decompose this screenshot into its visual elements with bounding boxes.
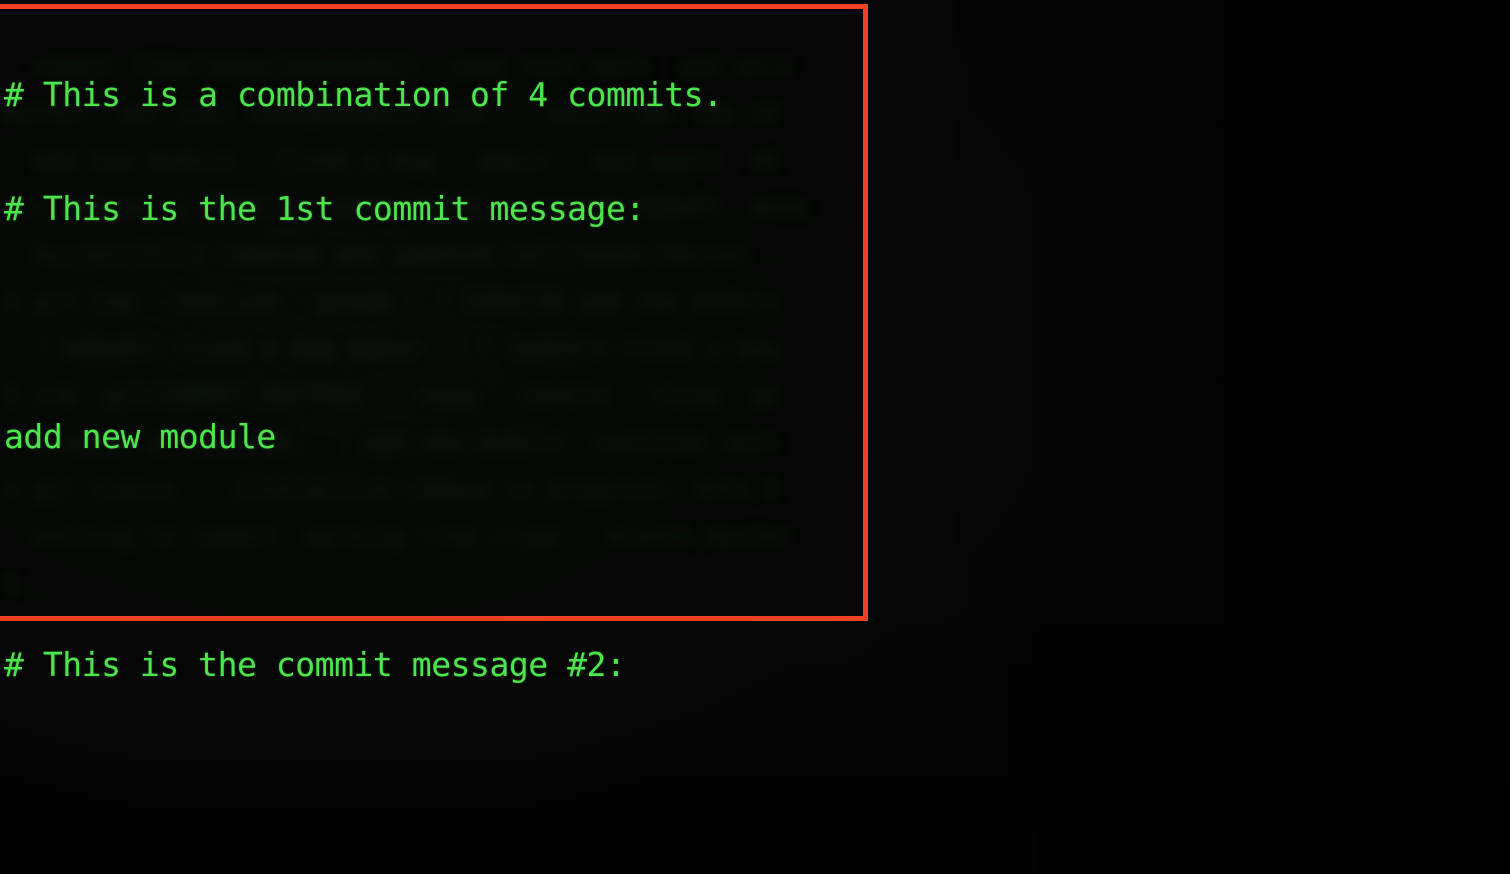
commit-message-buffer[interactable]: # This is a combination of 4 commits. # …	[4, 0, 1305, 874]
terminal-line: add new module	[4, 417, 276, 456]
terminal-screen: commit 518e7364ac1b0e9a9b2c some text he…	[0, 0, 1510, 874]
terminal-line: # This is the 1st commit message:	[4, 189, 645, 228]
terminal-line: # This is a combination of 4 commits.	[4, 75, 723, 114]
terminal-line: # This is the commit message #2:	[4, 645, 626, 684]
